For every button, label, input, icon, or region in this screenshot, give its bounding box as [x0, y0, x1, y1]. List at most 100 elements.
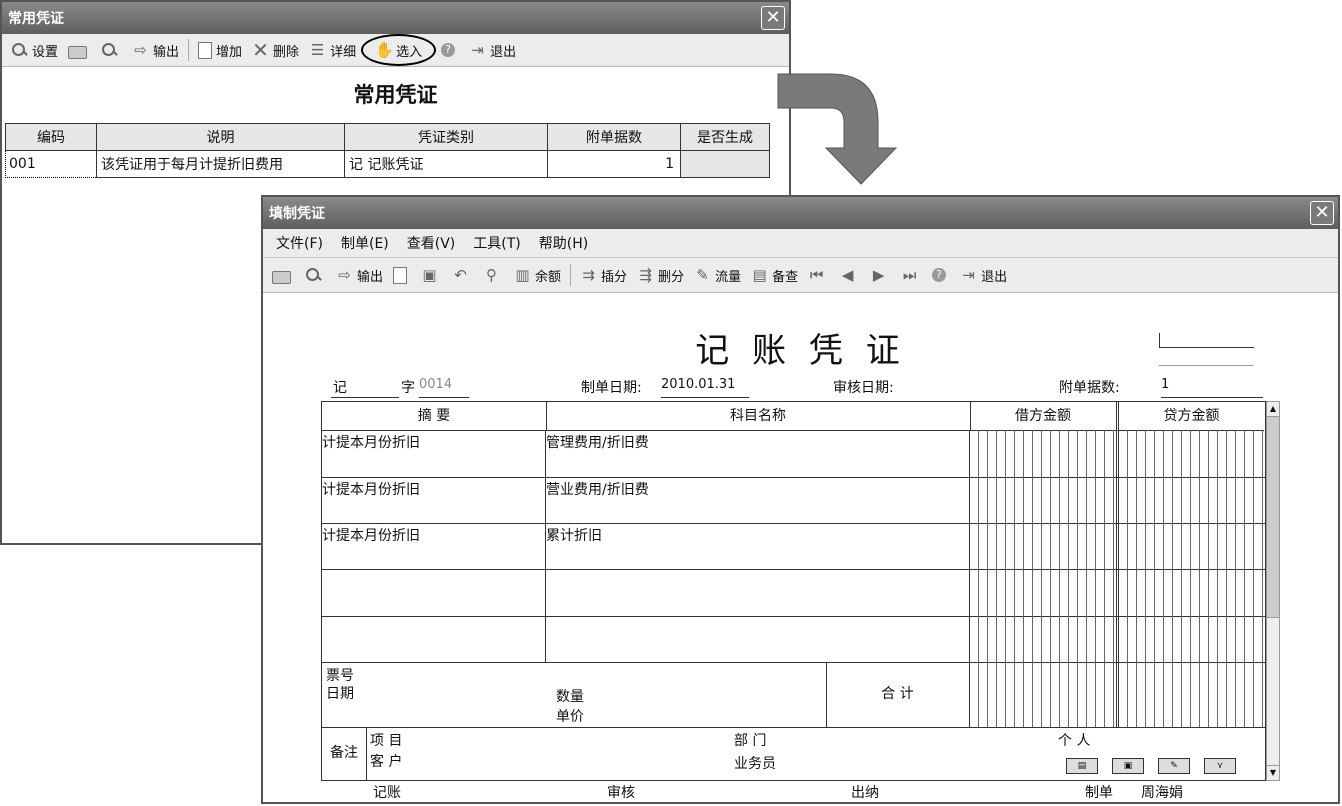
exit-icon: ⇥ [471, 41, 484, 59]
voucher-type-field[interactable]: 记 [331, 377, 399, 398]
entry-row[interactable]: 计提本月份折旧 管理费用/折旧费 [322, 430, 1265, 478]
insert-row-button[interactable]: ⇉ 插分 [575, 262, 632, 288]
print-button[interactable] [267, 262, 300, 288]
entry-row[interactable]: 计提本月份折旧 累计折旧 [322, 523, 1265, 570]
account-cell[interactable]: 营业费用/折旧费 [546, 477, 970, 523]
credit-cell[interactable] [1119, 523, 1265, 569]
balance-button[interactable]: ▥ 余额 [509, 262, 566, 288]
settings-button[interactable]: 设置 [6, 37, 63, 63]
debit-cell[interactable] [970, 430, 1119, 477]
select-in-button[interactable]: ✋ 选入 [361, 34, 437, 66]
preview-button[interactable] [300, 262, 331, 288]
pen-icon[interactable]: ✎ [1158, 758, 1190, 774]
voucher-body: 记 账 凭 证 记 字 0014 制单日期: 2010.01.31 审核日期: … [263, 293, 1338, 803]
column-header: 是否生成 [680, 123, 770, 151]
entry-row[interactable]: 计提本月份折旧 营业费用/折旧费 [322, 477, 1265, 524]
menu-view[interactable]: 查看(V) [398, 233, 465, 253]
scroll-up-icon[interactable]: ▲ [1267, 402, 1279, 417]
menu-make[interactable]: 制单(E) [332, 233, 398, 253]
account-cell[interactable]: 累计折旧 [546, 523, 970, 569]
summary-cell[interactable]: 计提本月份折旧 [322, 523, 546, 569]
delete-button[interactable]: ✕ 删除 [247, 37, 304, 63]
add-icon [393, 266, 408, 284]
expand-icon[interactable]: ⋎ [1204, 758, 1236, 774]
add-button[interactable] [388, 262, 416, 288]
menu-file[interactable]: 文件(F) [267, 233, 332, 253]
first-button[interactable]: ⏮ [803, 262, 834, 288]
entry-row[interactable] [322, 569, 1265, 617]
account-cell[interactable]: 管理费用/折旧费 [546, 430, 970, 477]
delete-row-button[interactable]: ⇶ 删分 [632, 262, 689, 288]
help-button[interactable]: ? [436, 37, 464, 63]
attachments-field[interactable]: 1 [1161, 377, 1263, 398]
entry-row[interactable] [322, 616, 1265, 663]
credit-cell[interactable] [1119, 430, 1265, 477]
account-book-icon[interactable]: ▣ [1112, 758, 1144, 774]
print-button[interactable] [63, 37, 96, 63]
generated-cell[interactable] [680, 150, 770, 178]
credit-cell[interactable] [1119, 569, 1265, 616]
account-cell[interactable] [546, 569, 970, 616]
exit-button[interactable]: ⇥ 退出 [955, 262, 1012, 288]
summary-cell[interactable]: 计提本月份折旧 [322, 477, 546, 523]
help-button[interactable]: ? [927, 262, 955, 288]
zi-label: 字 [401, 380, 415, 396]
find-button[interactable]: ⚲ [478, 262, 509, 288]
save-button[interactable]: ▣ [416, 262, 447, 288]
audit-label: 审核 [607, 785, 635, 801]
menu-tools[interactable]: 工具(T) [464, 233, 529, 253]
last-button[interactable]: ⏭ [896, 262, 927, 288]
debit-cell[interactable] [970, 569, 1119, 616]
customer-label[interactable]: 客 户 [370, 751, 402, 771]
summary-cell[interactable] [322, 616, 546, 662]
undo-button[interactable]: ↶ [447, 262, 478, 288]
close-icon: ✕ [1314, 202, 1330, 223]
salesman-label[interactable]: 业务员 [734, 753, 776, 773]
export-button[interactable]: ⇨ 输出 [331, 262, 388, 288]
vertical-scrollbar[interactable]: ▲ ▼ [1266, 401, 1280, 781]
voucher-number-field[interactable]: 0014 [419, 377, 469, 398]
prev-button[interactable]: ◀ [834, 262, 865, 288]
scroll-down-icon[interactable]: ▼ [1267, 765, 1279, 780]
close-button[interactable]: ✕ [761, 6, 785, 30]
debit-cell[interactable] [970, 477, 1119, 523]
date-field[interactable]: 2010.01.31 [661, 377, 749, 398]
maker-name: 周海娟 [1141, 785, 1183, 801]
summary-cell[interactable]: 计提本月份折旧 [322, 430, 546, 477]
account-cell[interactable] [546, 616, 970, 662]
title-bar: 常用凭证 ✕ [2, 2, 789, 34]
menu-help[interactable]: 帮助(H) [530, 233, 597, 253]
code-cell[interactable]: 001 [5, 150, 97, 178]
description-cell[interactable]: 该凭证用于每月计提折旧费用 [96, 150, 345, 178]
category-cell[interactable]: 记 记账凭证 [344, 150, 548, 178]
card-icon[interactable]: ▤ [1066, 758, 1098, 774]
debit-cell[interactable] [970, 616, 1119, 662]
close-button[interactable]: ✕ [1310, 201, 1334, 225]
credit-cell[interactable] [1119, 616, 1265, 662]
person-label[interactable]: 个 人 [1058, 730, 1090, 750]
preview-button[interactable] [96, 37, 127, 63]
credit-cell[interactable] [1119, 477, 1265, 523]
help-icon: ? [932, 268, 947, 282]
ticket-area[interactable]: 票号 日期 数量 单价 [322, 662, 827, 727]
export-button[interactable]: ⇨ 输出 [127, 37, 184, 63]
detail-button[interactable]: ☰ 详细 [304, 37, 361, 63]
next-button[interactable]: ▶ [865, 262, 896, 288]
export-icon: ⇨ [338, 266, 351, 284]
add-button[interactable]: 增加 [193, 37, 247, 63]
department-label[interactable]: 部 门 [734, 730, 766, 750]
attachments-cell[interactable]: 1 [547, 150, 681, 178]
debit-cell[interactable] [970, 523, 1119, 569]
table-row[interactable]: 001 该凭证用于每月计提折旧费用 记 记账凭证 1 [5, 150, 770, 178]
ticket-no-label: 票号 [326, 668, 354, 684]
reference-button[interactable]: ▤ 备查 [746, 262, 803, 288]
column-header: 附单据数 [547, 123, 681, 151]
scroll-thumb[interactable] [1267, 417, 1279, 618]
flow-button[interactable]: ✎ 流量 [689, 262, 746, 288]
summary-cell[interactable] [322, 569, 546, 616]
debit-total-cell [970, 662, 1119, 727]
audit-date-label: 审核日期: [833, 380, 894, 396]
total-row: 票号 日期 数量 单价 合 计 [322, 662, 1265, 728]
exit-button[interactable]: ⇥ 退出 [464, 37, 521, 63]
project-label[interactable]: 项 目 [370, 730, 402, 750]
